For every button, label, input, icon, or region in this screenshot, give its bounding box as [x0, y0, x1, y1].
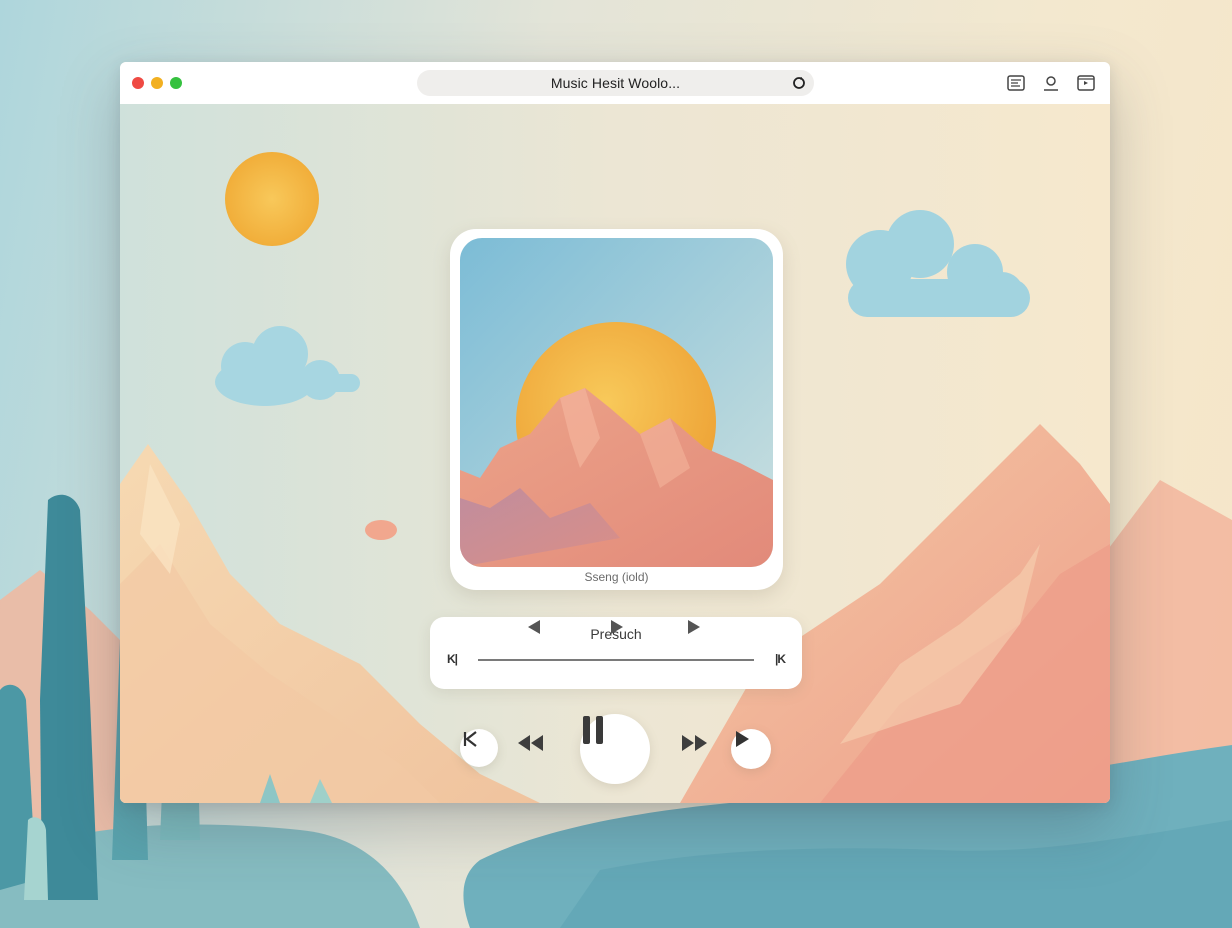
pause-icon [583, 716, 603, 744]
close-window-button[interactable] [132, 77, 144, 89]
player-content: Sseng (iold) Presuch K| |K [120, 104, 1110, 803]
album-card[interactable]: Sseng (iold) [450, 229, 783, 590]
pause-button[interactable] [580, 714, 650, 784]
play-button[interactable] [731, 729, 771, 769]
fast-forward-button[interactable] [678, 732, 718, 766]
song-title: Sseng (iold) [584, 570, 649, 584]
browser-window: Music Hesit Woolo... Sseng (iold) Presuc… [120, 62, 1110, 803]
play-icon [736, 731, 749, 747]
back-button[interactable] [460, 729, 498, 767]
fast-forward-icon [682, 735, 707, 751]
minimize-window-button[interactable] [151, 77, 163, 89]
skip-to-start-button[interactable]: K| [447, 652, 458, 666]
scrub-right-marker[interactable] [684, 617, 704, 637]
share-icon[interactable] [1076, 73, 1096, 93]
playhead-marker[interactable] [607, 617, 627, 637]
scrub-left-marker[interactable] [524, 617, 544, 637]
account-icon[interactable] [1041, 73, 1061, 93]
title-bar: Music Hesit Woolo... [120, 62, 1110, 105]
rewind-icon [518, 735, 543, 751]
album-artwork [460, 238, 773, 567]
progress-panel: Presuch K| |K [430, 617, 802, 689]
rewind-button[interactable] [513, 732, 553, 766]
skip-to-end-button[interactable]: |K [775, 652, 786, 666]
skip-back-icon [463, 731, 477, 747]
sun-icon [225, 152, 319, 246]
document-icon[interactable] [1006, 73, 1026, 93]
progress-track[interactable] [478, 659, 754, 661]
reload-icon[interactable] [792, 76, 806, 90]
address-bar[interactable]: Music Hesit Woolo... [417, 70, 814, 96]
address-text: Music Hesit Woolo... [550, 75, 681, 91]
maximize-window-button[interactable] [170, 77, 182, 89]
